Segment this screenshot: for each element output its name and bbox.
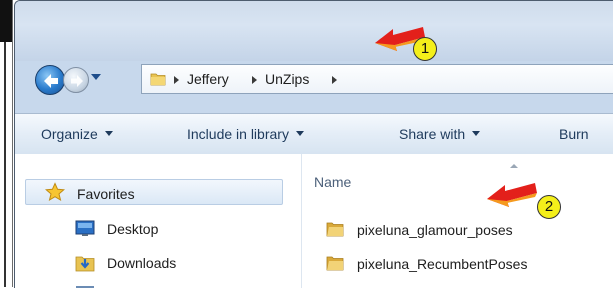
recent-pages-dropdown[interactable] <box>91 74 101 80</box>
desktop-icon <box>75 220 95 236</box>
include-in-library-button[interactable]: Include in library <box>187 125 304 143</box>
folder-icon <box>326 222 344 237</box>
organize-label: Organize <box>41 126 98 142</box>
breadcrumb-separator[interactable] <box>252 76 257 84</box>
back-arrow-icon <box>44 74 58 88</box>
downloads-icon <box>75 256 95 272</box>
callout-badge-2: 2 <box>537 195 561 219</box>
background-window-edge <box>0 0 13 287</box>
folder-icon <box>150 73 166 86</box>
list-item[interactable]: pixeluna_RecumbentPoses <box>357 255 527 273</box>
address-bar[interactable]: Jeffery UnZips <box>141 64 613 94</box>
sidebar-item-favorites-label: Favorites <box>77 186 135 202</box>
sort-arrow-icon <box>510 164 518 168</box>
sidebar-item-desktop[interactable]: Desktop <box>107 220 158 238</box>
file-list: Name pixeluna_glamour_poses pixeluna_Rec… <box>302 154 613 288</box>
sidebar-item-downloads[interactable]: Downloads <box>107 254 176 272</box>
command-bar: Organize Include in library Share with B… <box>15 113 613 155</box>
breadcrumb-jeffery[interactable]: Jeffery <box>187 70 229 88</box>
folder-icon <box>326 256 344 271</box>
organize-button[interactable]: Organize <box>41 125 113 143</box>
navigation-pane: Favorites Desktop Downloads <box>15 154 302 288</box>
background-window-border <box>4 42 6 287</box>
red-arrow-icon <box>487 183 537 207</box>
chevron-down-icon <box>472 131 481 136</box>
star-icon <box>45 182 65 202</box>
back-button[interactable] <box>35 65 65 95</box>
forward-button[interactable] <box>63 67 89 93</box>
chevron-down-icon <box>104 131 113 136</box>
callout-badge-1: 1 <box>413 37 437 61</box>
forward-arrow-icon <box>71 75 83 87</box>
list-item[interactable]: pixeluna_glamour_poses <box>357 221 513 239</box>
title-bar[interactable] <box>15 1 613 61</box>
share-with-button[interactable]: Share with <box>399 125 481 143</box>
burn-button[interactable]: Burn <box>559 125 589 143</box>
background-dark-corner <box>0 0 12 42</box>
column-header-name[interactable]: Name <box>314 174 351 190</box>
share-with-label: Share with <box>399 126 466 142</box>
include-in-library-label: Include in library <box>187 126 289 142</box>
partial-icon <box>76 286 94 288</box>
breadcrumb-unzips[interactable]: UnZips <box>265 70 309 88</box>
breadcrumb-separator[interactable] <box>332 76 337 84</box>
burn-label: Burn <box>559 126 589 142</box>
chevron-down-icon <box>295 131 304 136</box>
explorer-window: Jeffery UnZips Organize Include in libra… <box>14 0 613 288</box>
breadcrumb-separator[interactable] <box>174 76 179 84</box>
